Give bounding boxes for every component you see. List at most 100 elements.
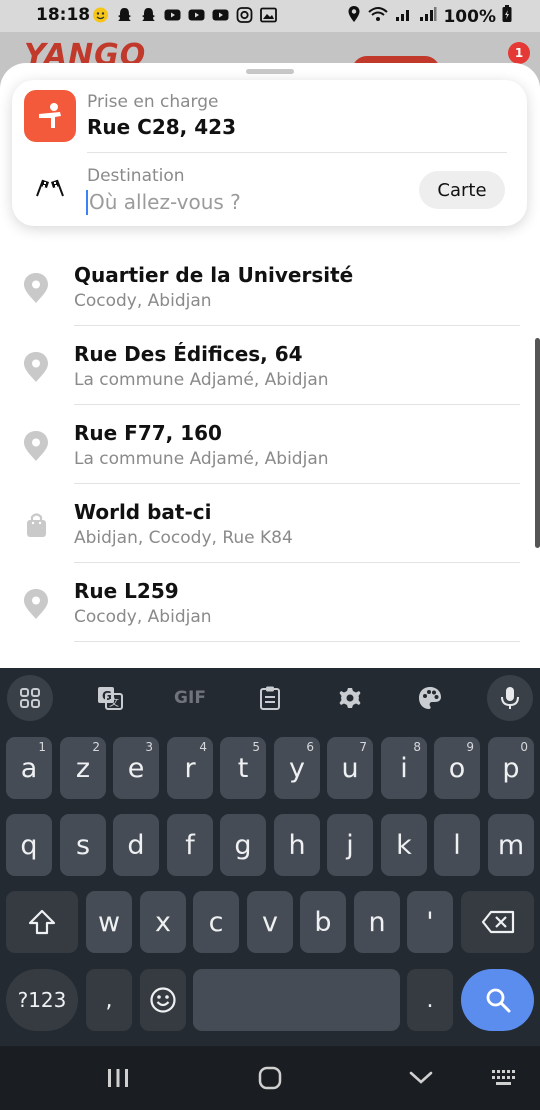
suggestion-item[interactable]: Rue Des Édifices, 64 La commune Adjamé, … — [0, 326, 540, 405]
key-label: r — [184, 752, 196, 784]
key-u[interactable]: u7 — [327, 737, 373, 799]
youtube-icon — [164, 7, 181, 23]
key-q[interactable]: q — [6, 814, 52, 876]
map-button[interactable]: Carte — [419, 171, 505, 209]
key-g[interactable]: g — [220, 814, 266, 876]
apps-grid-icon[interactable] — [7, 675, 53, 721]
gallery-icon — [260, 7, 277, 23]
divider — [74, 641, 520, 642]
key-c[interactable]: c — [193, 891, 239, 953]
shift-icon — [28, 909, 56, 935]
clipboard-icon[interactable] — [247, 675, 293, 721]
suggestion-item[interactable]: Rue F77, 160 La commune Adjamé, Abidjan — [0, 405, 540, 484]
key-m[interactable]: m — [488, 814, 534, 876]
key-r[interactable]: r4 — [167, 737, 213, 799]
key-j[interactable]: j — [327, 814, 373, 876]
key-label: i — [400, 752, 408, 784]
key-x[interactable]: x — [140, 891, 186, 953]
key-i[interactable]: i8 — [381, 737, 427, 799]
youtube-icon — [212, 7, 229, 23]
recent-apps-icon[interactable] — [106, 1066, 130, 1090]
key-l[interactable]: l — [434, 814, 480, 876]
location-pin-icon — [22, 271, 50, 305]
keyboard-switch-icon[interactable] — [490, 1066, 520, 1090]
key-e[interactable]: e3 — [113, 737, 159, 799]
battery-level: 100% — [443, 6, 496, 27]
key-a[interactable]: a1 — [6, 737, 52, 799]
scroll-indicator[interactable] — [535, 338, 540, 548]
suggestion-title: Quartier de la Université — [74, 263, 354, 287]
suggestion-title: Rue F77, 160 — [74, 421, 222, 445]
key-b[interactable]: b — [300, 891, 346, 953]
comma-key[interactable]: , — [86, 969, 132, 1031]
suggestion-item[interactable]: World bat-ci Abidjan, Cocody, Rue K84 — [0, 484, 540, 563]
youtube-icon — [188, 7, 205, 23]
status-time: 18:18 — [36, 5, 91, 25]
suggestion-subtitle: La commune Adjamé, Abidjan — [74, 449, 329, 469]
emoji-key[interactable] — [140, 969, 186, 1031]
shopping-bag-icon — [22, 508, 50, 542]
key-label: o — [448, 752, 466, 784]
snapchat-ghost-icon — [116, 7, 133, 23]
backspace-key[interactable] — [461, 891, 534, 953]
period-key[interactable]: . — [407, 969, 453, 1031]
key-hint: 4 — [199, 740, 207, 754]
key-apostrophe[interactable]: ' — [407, 891, 453, 953]
suggestion-subtitle: Cocody, Abidjan — [74, 291, 212, 311]
key-k[interactable]: k — [381, 814, 427, 876]
key-label: e — [127, 752, 145, 784]
key-hint: 2 — [92, 740, 100, 754]
status-right: 100% — [347, 5, 512, 28]
destination-input[interactable] — [87, 188, 407, 216]
location-icon — [347, 5, 361, 28]
chevron-down-icon[interactable] — [408, 1066, 434, 1090]
space-key[interactable] — [193, 969, 400, 1031]
suggestion-item[interactable]: Rue L259 Cocody, Abidjan — [0, 563, 540, 642]
search-icon — [486, 988, 510, 1013]
microphone-icon[interactable] — [487, 675, 533, 721]
sheet-grabber[interactable] — [246, 69, 294, 74]
settings-icon[interactable] — [327, 675, 373, 721]
keyboard: G文 GIF a1 z2 e3 r4 t5 y6 u7 i8 o9 p0 q s… — [0, 668, 540, 1046]
key-p[interactable]: p0 — [488, 737, 534, 799]
key-d[interactable]: d — [113, 814, 159, 876]
key-y[interactable]: y6 — [274, 737, 320, 799]
key-t[interactable]: t5 — [220, 737, 266, 799]
snapchat-ghost-icon — [140, 7, 157, 23]
signal-icon — [419, 6, 437, 27]
notification-icons — [92, 7, 277, 23]
key-z[interactable]: z2 — [60, 737, 106, 799]
key-hint: 5 — [252, 740, 260, 754]
status-bar: 18:18 100% — [0, 0, 540, 32]
translate-icon[interactable]: G文 — [87, 675, 133, 721]
pickup-label: Prise en charge — [87, 92, 219, 112]
key-h[interactable]: h — [274, 814, 320, 876]
suggestion-item[interactable]: Quartier de la Université Cocody, Abidja… — [0, 247, 540, 326]
symbols-key[interactable]: ?123 — [6, 969, 78, 1031]
key-n[interactable]: n — [354, 891, 400, 953]
key-w[interactable]: w — [86, 891, 132, 953]
signal-icon — [395, 6, 413, 27]
location-pin-icon — [22, 350, 50, 384]
keyboard-toolbar: G文 GIF — [0, 668, 540, 728]
suggestion-title: World bat-ci — [74, 500, 212, 524]
key-v[interactable]: v — [247, 891, 293, 953]
suggestion-subtitle: La commune Adjamé, Abidjan — [74, 370, 329, 390]
key-hint: 9 — [466, 740, 474, 754]
search-key[interactable] — [461, 969, 534, 1031]
home-icon[interactable] — [256, 1066, 284, 1090]
key-label: y — [289, 752, 305, 784]
key-label: t — [237, 752, 249, 784]
destination-label: Destination — [87, 166, 185, 186]
route-sheet: Prise en charge Rue C28, 423 Destination… — [0, 63, 540, 668]
palette-icon[interactable] — [407, 675, 453, 721]
shift-key[interactable] — [6, 891, 78, 953]
gif-icon[interactable]: GIF — [166, 675, 214, 721]
key-s[interactable]: s — [60, 814, 106, 876]
key-label: p — [502, 752, 520, 784]
suggestions-list: Quartier de la Université Cocody, Abidja… — [0, 247, 540, 642]
key-o[interactable]: o9 — [434, 737, 480, 799]
pickup-address[interactable]: Rue C28, 423 — [87, 115, 236, 139]
suggestion-subtitle: Cocody, Abidjan — [74, 607, 212, 627]
key-f[interactable]: f — [167, 814, 213, 876]
